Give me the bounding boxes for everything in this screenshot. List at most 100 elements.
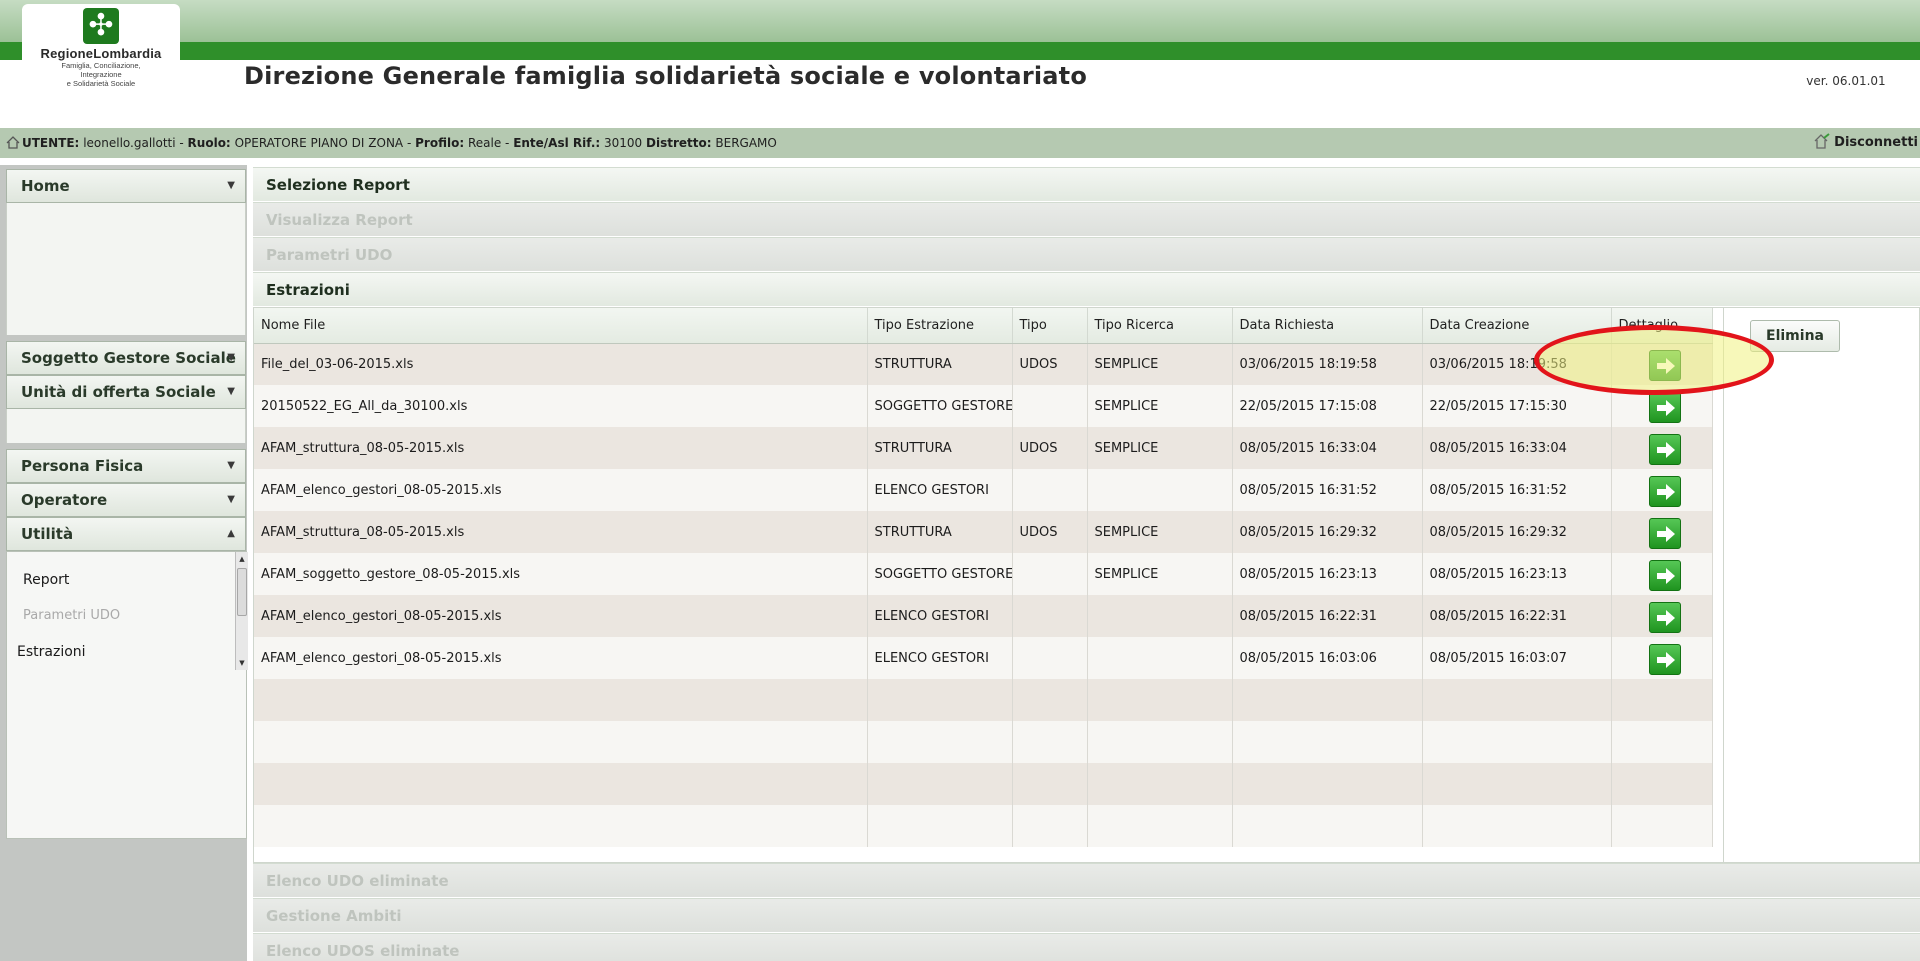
sidebar-link-estrazioni[interactable]: Estrazioni bbox=[17, 644, 86, 660]
table-row[interactable]: File_del_03-06-2015.xls STRUTTURA UDOS SEMP… bbox=[254, 343, 1713, 385]
cell-tipo-ricerca: SEMPLICE bbox=[1087, 553, 1233, 595]
cell-dettaglio bbox=[1611, 427, 1713, 469]
sidebar-link-parametri-udo[interactable]: Parametri UDO bbox=[23, 608, 120, 623]
logo-name: RegioneLombardia bbox=[40, 46, 162, 61]
cell-data-richiesta: 08/05/2015 16:23:13 bbox=[1232, 553, 1423, 595]
cell-nome-file: AFAM_struttura_08-05-2015.xls bbox=[254, 427, 868, 469]
user-info: UTENTE: leonello.gallotti - Ruolo: OPERA… bbox=[6, 128, 777, 158]
column-header-nome-file[interactable]: Nome File bbox=[254, 308, 868, 344]
table-row[interactable]: AFAM_elenco_gestori_08-05-2015.xls ELENCO… bbox=[254, 637, 1713, 679]
profilo-value: Reale bbox=[467, 136, 502, 150]
sidebar-item-persona-fisica[interactable]: Persona Fisica ▼ bbox=[6, 449, 246, 483]
sidebar-unita-panel bbox=[6, 409, 246, 443]
logout-icon bbox=[1814, 133, 1830, 149]
empty-cell bbox=[1087, 721, 1233, 763]
tab-estrazioni[interactable]: Estrazioni bbox=[253, 272, 1920, 306]
profilo-label: Profilo: bbox=[415, 136, 465, 150]
cell-tipo-estrazione: SOGGETTO GESTORE bbox=[867, 385, 1013, 427]
cell-tipo-estrazione: STRUTTURA bbox=[867, 511, 1013, 553]
sidebar-item-label: Unità di offerta Sociale bbox=[21, 383, 216, 401]
page-title: Direzione Generale famiglia solidarietà … bbox=[244, 62, 1088, 90]
tab-parametri-udo[interactable]: Parametri UDO bbox=[253, 237, 1920, 271]
detail-button[interactable] bbox=[1649, 601, 1681, 633]
sidebar-item-label: Persona Fisica bbox=[21, 457, 144, 475]
detail-button[interactable] bbox=[1649, 475, 1681, 507]
cell-tipo bbox=[1012, 385, 1088, 427]
empty-cell bbox=[1087, 763, 1233, 805]
sidebar-scrollbar[interactable]: ▲ ▼ bbox=[235, 552, 248, 670]
cell-tipo-estrazione: ELENCO GESTORI bbox=[867, 469, 1013, 511]
empty-cell bbox=[1012, 721, 1088, 763]
tab-elenco-udo-eliminate[interactable]: Elenco UDO eliminate bbox=[253, 863, 1920, 897]
cell-data-creazione: 08/05/2015 16:03:07 bbox=[1422, 637, 1612, 679]
table-row[interactable]: 20150522_EG_All_da_30100.xls SOGGETTO GES… bbox=[254, 385, 1713, 427]
utente-label: UTENTE: bbox=[22, 136, 80, 150]
cell-data-richiesta: 08/05/2015 16:22:31 bbox=[1232, 595, 1423, 637]
detail-button[interactable] bbox=[1649, 517, 1681, 549]
cell-data-richiesta: 03/06/2015 18:19:58 bbox=[1232, 343, 1423, 385]
empty-row bbox=[254, 763, 1713, 805]
sidebar-home-panel bbox=[6, 203, 246, 335]
scroll-thumb[interactable] bbox=[237, 568, 247, 616]
cell-tipo-estrazione: ELENCO GESTORI bbox=[867, 595, 1013, 637]
sidebar-item-soggetto-gestore[interactable]: Soggetto Gestore Sociale ▼ bbox=[6, 341, 246, 375]
sidebar-item-home[interactable]: Home ▼ bbox=[6, 169, 246, 203]
user-info-bar: UTENTE: leonello.gallotti - Ruolo: OPERA… bbox=[0, 128, 1920, 158]
cell-tipo-estrazione: ELENCO GESTORI bbox=[867, 637, 1013, 679]
arrow-right-icon bbox=[1657, 567, 1675, 584]
tab-gestione-ambiti[interactable]: Gestione Ambiti bbox=[253, 898, 1920, 932]
table-row[interactable]: AFAM_elenco_gestori_08-05-2015.xls ELENCO… bbox=[254, 469, 1713, 511]
chevron-up-icon: ▲ bbox=[227, 528, 235, 539]
empty-cell bbox=[1232, 679, 1423, 721]
logout-link[interactable]: Disconnetti bbox=[1813, 128, 1918, 158]
empty-cell bbox=[1087, 679, 1233, 721]
detail-button[interactable] bbox=[1649, 391, 1681, 423]
table-row[interactable]: AFAM_struttura_08-05-2015.xls STRUTTURA UD… bbox=[254, 511, 1713, 553]
table-row[interactable]: AFAM_struttura_08-05-2015.xls STRUTTURA UD… bbox=[254, 427, 1713, 469]
scroll-down-icon[interactable]: ▼ bbox=[236, 656, 248, 670]
tab-selezione-report[interactable]: Selezione Report bbox=[253, 167, 1920, 201]
chevron-down-icon: ▼ bbox=[227, 460, 235, 471]
cell-tipo bbox=[1012, 469, 1088, 511]
sidebar-item-label: Soggetto Gestore Sociale bbox=[21, 349, 236, 367]
scroll-up-icon[interactable]: ▲ bbox=[236, 552, 248, 566]
empty-cell bbox=[867, 679, 1013, 721]
cell-data-richiesta: 08/05/2015 16:03:06 bbox=[1232, 637, 1423, 679]
cell-data-richiesta: 08/05/2015 16:33:04 bbox=[1232, 427, 1423, 469]
detail-button[interactable] bbox=[1649, 559, 1681, 591]
rosa-camuna-icon: ✣ bbox=[83, 8, 119, 44]
column-header-tipo-ricerca[interactable]: Tipo Ricerca bbox=[1087, 308, 1233, 344]
cell-dettaglio bbox=[1611, 469, 1713, 511]
cell-data-creazione: 08/05/2015 16:31:52 bbox=[1422, 469, 1612, 511]
empty-cell bbox=[254, 679, 868, 721]
ente-label: Ente/Asl Rif.: bbox=[513, 136, 601, 150]
sidebar-item-operatore[interactable]: Operatore ▼ bbox=[6, 483, 246, 517]
cell-tipo-ricerca: SEMPLICE bbox=[1087, 343, 1233, 385]
version-label: ver. 06.01.01 bbox=[1797, 66, 1895, 96]
table-row[interactable]: AFAM_soggetto_gestore_08-05-2015.xls SOGG… bbox=[254, 553, 1713, 595]
tab-visualizza-report[interactable]: Visualizza Report bbox=[253, 202, 1920, 236]
sidebar-link-report[interactable]: Report bbox=[23, 572, 69, 588]
logout-label: Disconnetti bbox=[1834, 135, 1918, 150]
logo-sub-line: Integrazione bbox=[80, 70, 122, 79]
cell-nome-file: AFAM_elenco_gestori_08-05-2015.xls bbox=[254, 469, 868, 511]
tab-elenco-udos-eliminate[interactable]: Elenco UDOS eliminate bbox=[253, 933, 1920, 961]
sidebar-item-utilita[interactable]: Utilità ▲ bbox=[6, 517, 246, 551]
cell-dettaglio bbox=[1611, 595, 1713, 637]
column-header-tipo[interactable]: Tipo bbox=[1012, 308, 1088, 344]
cell-tipo-estrazione: STRUTTURA bbox=[867, 427, 1013, 469]
detail-button[interactable] bbox=[1649, 433, 1681, 465]
column-header-data-richiesta[interactable]: Data Richiesta bbox=[1232, 308, 1423, 344]
column-header-tipo-estrazione[interactable]: Tipo Estrazione bbox=[867, 308, 1013, 344]
arrow-right-icon bbox=[1657, 483, 1675, 500]
detail-button[interactable] bbox=[1649, 643, 1681, 675]
distretto-value: BERGAMO bbox=[715, 136, 777, 150]
logo-sub-line: Famiglia, Conciliazione, bbox=[61, 61, 141, 70]
sidebar-item-unita-offerta[interactable]: Unità di offerta Sociale ▼ bbox=[6, 375, 246, 409]
utente-value: leonello.gallotti bbox=[83, 136, 176, 150]
table-row[interactable]: AFAM_elenco_gestori_08-05-2015.xls ELENCO… bbox=[254, 595, 1713, 637]
arrow-right-icon bbox=[1657, 399, 1675, 416]
cell-data-creazione: 08/05/2015 16:33:04 bbox=[1422, 427, 1612, 469]
empty-cell bbox=[1611, 679, 1713, 721]
empty-cell bbox=[1087, 805, 1233, 847]
